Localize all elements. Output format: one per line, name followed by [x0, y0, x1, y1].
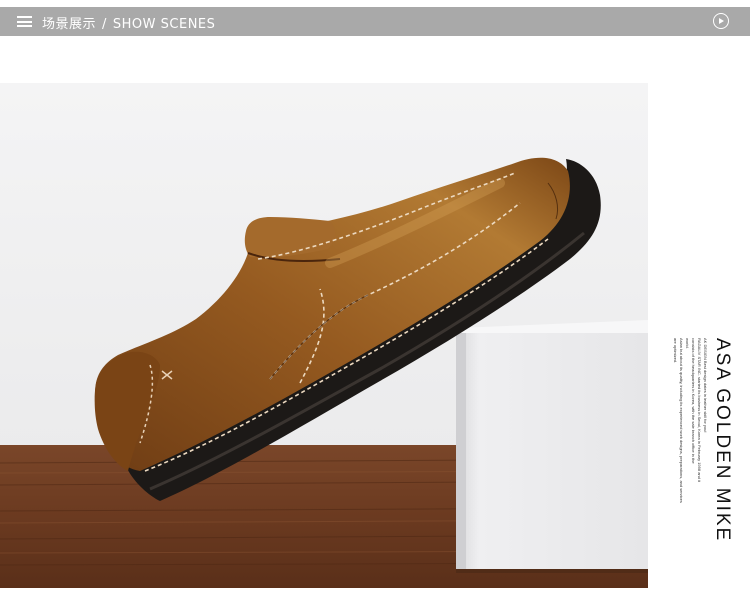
shoe-scene-illustration	[0, 157, 648, 588]
section-title-en: SHOW SCENES	[112, 17, 216, 32]
display-block	[456, 333, 648, 569]
brand-fine-print: world.	[685, 338, 690, 349]
brand-fine-print: consists of the headquarters in Korea, w…	[691, 338, 696, 464]
top-bar: 场景展示 / SHOW SCENES	[0, 7, 750, 36]
product-photo	[0, 83, 648, 588]
brand-fine-print: Asian but about its quality, including i…	[679, 338, 684, 503]
brand-fine-print: AK DESIGN Best design dates in leather s…	[703, 338, 708, 433]
section-title-cn: 场景展示	[42, 17, 97, 32]
brand-name: ASA GOLDEN MIKE	[712, 338, 733, 543]
title-separator: /	[102, 17, 107, 32]
brand-side-text: ASA GOLDEN MIKE AK DESIGN Best design da…	[667, 338, 750, 568]
brand-fine-print: are optimized.	[673, 338, 678, 364]
section-title: 场景展示 / SHOW SCENES	[42, 13, 215, 32]
play-circle-icon[interactable]	[713, 13, 729, 29]
menu-icon[interactable]	[17, 16, 32, 27]
brand-fine-print: RAGALIV STAR INC. started its business i…	[697, 338, 702, 482]
